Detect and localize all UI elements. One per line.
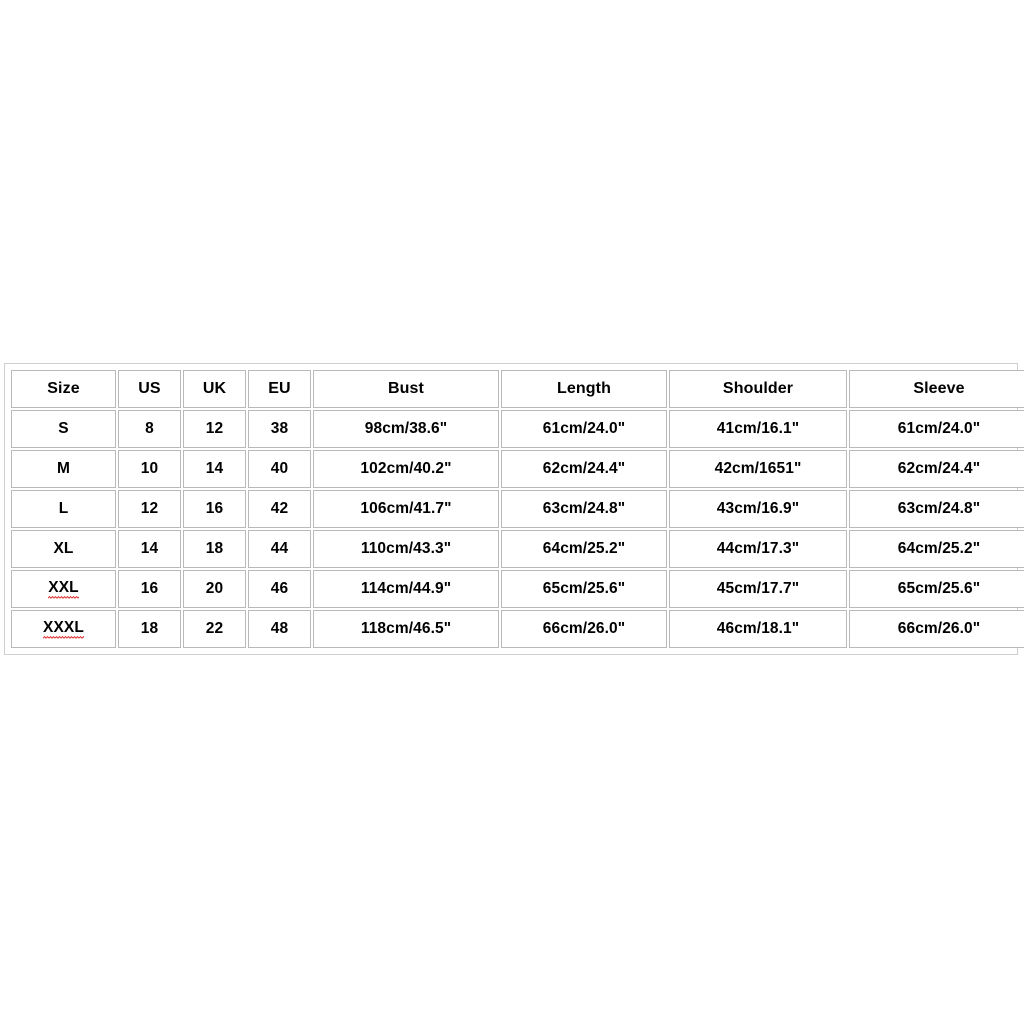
size-chart-table: Size US UK EU Bust Length Shoulder Sleeve S 8 12 38… — [9, 368, 1024, 650]
cell-uk: 22 — [183, 610, 246, 648]
cell-eu: 38 — [248, 410, 311, 448]
cell-sleeve: 62cm/24.4" — [849, 450, 1024, 488]
cell-size: XXXL — [11, 610, 116, 648]
cell-bust: 106cm/41.7" — [313, 490, 499, 528]
cell-bust: 102cm/40.2" — [313, 450, 499, 488]
cell-length: 66cm/26.0" — [501, 610, 667, 648]
cell-us: 12 — [118, 490, 181, 528]
cell-length: 62cm/24.4" — [501, 450, 667, 488]
column-header-bust: Bust — [313, 370, 499, 408]
table-header-row: Size US UK EU Bust Length Shoulder Sleeve — [11, 370, 1024, 408]
cell-sleeve: 63cm/24.8" — [849, 490, 1024, 528]
cell-size: S — [11, 410, 116, 448]
cell-us: 16 — [118, 570, 181, 608]
cell-sleeve: 66cm/26.0" — [849, 610, 1024, 648]
cell-length: 64cm/25.2" — [501, 530, 667, 568]
column-header-eu: EU — [248, 370, 311, 408]
cell-uk: 18 — [183, 530, 246, 568]
cell-shoulder: 41cm/16.1" — [669, 410, 847, 448]
cell-bust: 110cm/43.3" — [313, 530, 499, 568]
page-root: Size US UK EU Bust Length Shoulder Sleeve S 8 12 38… — [0, 0, 1024, 1024]
cell-sleeve: 61cm/24.0" — [849, 410, 1024, 448]
table-row: XXL 16 20 46 114cm/44.9" 65cm/25.6" 45cm/17.7"… — [11, 570, 1024, 608]
cell-eu: 42 — [248, 490, 311, 528]
cell-size: XL — [11, 530, 116, 568]
column-header-shoulder: Shoulder — [669, 370, 847, 408]
spellcheck-underlined-text: XXXL — [43, 619, 84, 639]
cell-shoulder: 45cm/17.7" — [669, 570, 847, 608]
cell-shoulder: 42cm/1651" — [669, 450, 847, 488]
cell-uk: 12 — [183, 410, 246, 448]
spellcheck-underlined-text: XXL — [48, 579, 79, 599]
size-chart-body: Size US UK EU Bust Length Shoulder Sleeve S 8 12 38… — [11, 370, 1024, 648]
cell-size: L — [11, 490, 116, 528]
cell-size: XXL — [11, 570, 116, 608]
cell-length: 65cm/25.6" — [501, 570, 667, 608]
column-header-size: Size — [11, 370, 116, 408]
column-header-us: US — [118, 370, 181, 408]
table-row: L 12 16 42 106cm/41.7" 63cm/24.8" 43cm/16.9" 63… — [11, 490, 1024, 528]
cell-eu: 48 — [248, 610, 311, 648]
cell-eu: 44 — [248, 530, 311, 568]
table-row: M 10 14 40 102cm/40.2" 62cm/24.4" 42cm/1651" 62… — [11, 450, 1024, 488]
cell-eu: 40 — [248, 450, 311, 488]
cell-bust: 114cm/44.9" — [313, 570, 499, 608]
table-row: XXXL 18 22 48 118cm/46.5" 66cm/26.0" 46cm/18.1… — [11, 610, 1024, 648]
cell-shoulder: 46cm/18.1" — [669, 610, 847, 648]
cell-us: 10 — [118, 450, 181, 488]
table-row: XL 14 18 44 110cm/43.3" 64cm/25.2" 44cm/17.3" 6… — [11, 530, 1024, 568]
cell-eu: 46 — [248, 570, 311, 608]
column-header-sleeve: Sleeve — [849, 370, 1024, 408]
cell-bust: 98cm/38.6" — [313, 410, 499, 448]
column-header-uk: UK — [183, 370, 246, 408]
cell-length: 63cm/24.8" — [501, 490, 667, 528]
table-row: S 8 12 38 98cm/38.6" 61cm/24.0" 41cm/16.1" 61cm… — [11, 410, 1024, 448]
cell-us: 8 — [118, 410, 181, 448]
cell-us: 18 — [118, 610, 181, 648]
cell-sleeve: 64cm/25.2" — [849, 530, 1024, 568]
cell-size: M — [11, 450, 116, 488]
cell-uk: 14 — [183, 450, 246, 488]
cell-shoulder: 44cm/17.3" — [669, 530, 847, 568]
cell-us: 14 — [118, 530, 181, 568]
cell-bust: 118cm/46.5" — [313, 610, 499, 648]
cell-length: 61cm/24.0" — [501, 410, 667, 448]
cell-sleeve: 65cm/25.6" — [849, 570, 1024, 608]
column-header-length: Length — [501, 370, 667, 408]
cell-uk: 16 — [183, 490, 246, 528]
size-chart-container: Size US UK EU Bust Length Shoulder Sleeve S 8 12 38… — [4, 363, 1024, 655]
cell-uk: 20 — [183, 570, 246, 608]
cell-shoulder: 43cm/16.9" — [669, 490, 847, 528]
